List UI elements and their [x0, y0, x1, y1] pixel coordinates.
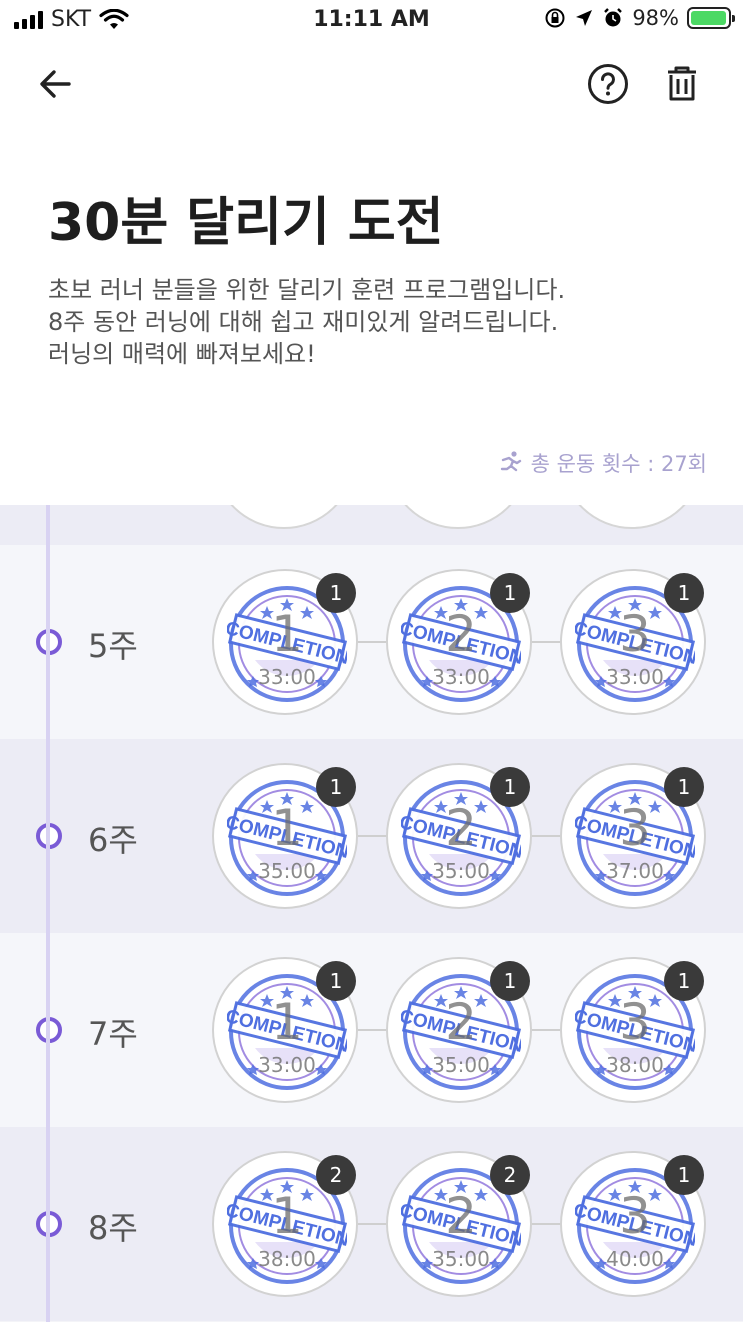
session-number: 1: [271, 993, 303, 1051]
session-connector: [358, 1223, 386, 1225]
session-duration: 33:00: [606, 665, 664, 689]
session-duration: 33:00: [258, 1053, 316, 1077]
description-line: 초보 러너 분들을 위한 달리기 훈련 프로그램입니다.: [48, 276, 566, 304]
session-duration: 35:00: [432, 1247, 490, 1271]
completion-count-badge: 1: [664, 767, 704, 807]
session-duration: 35:00: [258, 859, 316, 883]
completion-count-badge: 1: [316, 767, 356, 807]
completion-count-badge: 1: [664, 961, 704, 1001]
location-icon: [576, 10, 593, 26]
session-badge[interactable]: COMPLETION 2 33:00 1: [386, 569, 532, 715]
session-duration: 38:00: [258, 1247, 316, 1271]
session-number: 3: [619, 605, 651, 663]
help-button[interactable]: [586, 62, 630, 106]
session-duration: 40:00: [606, 1247, 664, 1271]
session-number: 2: [445, 993, 477, 1051]
total-count-label: 총 운동 횟수 : 27회: [530, 452, 707, 476]
program-description: 초보 러너 분들을 위한 달리기 훈련 프로그램입니다. 8주 동안 러닝에 대…: [48, 274, 688, 370]
session-connector: [358, 835, 386, 837]
completion-count-badge: 1: [316, 573, 356, 613]
alarm-icon: [604, 8, 623, 27]
battery-percent: 98%: [632, 6, 679, 30]
session-connector: [532, 641, 560, 643]
week-row: 6주 COMPLETION 1 35:00 1 COMPLETION 2 35:00 1 COMP…: [0, 739, 743, 933]
timeline-line: [46, 505, 50, 1322]
session-badge[interactable]: COMPLETION 1 33:00 1: [212, 569, 358, 715]
session-badge[interactable]: COMPLETION 2 35:00 2: [386, 1151, 532, 1297]
session-connector: [358, 641, 386, 643]
session-badge[interactable]: COMPLETION 3 33:00 1: [560, 569, 706, 715]
session-connector: [358, 1029, 386, 1031]
session-connector: [532, 835, 560, 837]
session-badge[interactable]: COMPLETION 3 37:00 1: [560, 763, 706, 909]
session-duration: 38:00: [606, 1053, 664, 1077]
back-arrow-icon: [40, 70, 71, 98]
help-icon: [588, 64, 628, 104]
week-label: 8주: [88, 1209, 138, 1247]
session-badge[interactable]: COMPLETION 1 33:00 1: [212, 957, 358, 1103]
status-bar: SKT 11:11 AM 98%: [0, 0, 743, 40]
total-workout-count: 총 운동 횟수 : 27회: [497, 448, 707, 478]
session-badge[interactable]: COMPLETION 2 35:00 1: [386, 763, 532, 909]
delete-button[interactable]: [660, 62, 704, 106]
week-row: 5주 COMPLETION 1 33:00 1 COMPLETION 2 33:00 1 COMP…: [0, 545, 743, 739]
session-number: 3: [619, 993, 651, 1051]
session-number: 3: [619, 1187, 651, 1245]
completion-count-badge: 1: [664, 573, 704, 613]
session-duration: 37:00: [606, 859, 664, 883]
session-connector: [532, 1029, 560, 1031]
session-number: 3: [619, 799, 651, 857]
session-duration: 35:00: [432, 859, 490, 883]
description-line: 8주 동안 러닝에 대해 쉽고 재미있게 알려드립니다.: [48, 308, 559, 336]
week-row: 8주 COMPLETION 1 38:00 2 COMPLETION 2 35:00 2 COMP…: [0, 1127, 743, 1321]
session-badge[interactable]: COMPLETION 1 38:00 2: [212, 1151, 358, 1297]
completion-count-badge: 1: [316, 961, 356, 1001]
page-title: 30분 달리기 도전: [48, 193, 444, 253]
session-badge[interactable]: COMPLETION 1 35:00 1: [212, 763, 358, 909]
week-label: 7주: [88, 1015, 138, 1053]
week-label: 6주: [88, 821, 138, 859]
description-line: 러닝의 매력에 빠져보세요!: [48, 340, 316, 368]
session-connector: [532, 1223, 560, 1225]
running-icon: [500, 451, 521, 472]
battery-charging-icon: [687, 7, 735, 29]
completion-count-badge: 2: [490, 1155, 530, 1195]
completion-count-badge: 1: [664, 1155, 704, 1195]
completion-count-badge: 1: [490, 961, 530, 1001]
session-duration: 35:00: [432, 1053, 490, 1077]
week-list[interactable]: 5주 COMPLETION 1 33:00 1 COMPLETION 2 33:00 1 COMP…: [0, 505, 743, 1322]
session-number: 1: [271, 1187, 303, 1245]
completion-count-badge: 1: [490, 573, 530, 613]
trash-icon: [668, 66, 696, 101]
session-badge[interactable]: COMPLETION 3 38:00 1: [560, 957, 706, 1103]
rotation-lock-icon: [545, 8, 565, 28]
session-number: 2: [445, 1187, 477, 1245]
session-duration: 33:00: [258, 665, 316, 689]
previous-week-row: [0, 505, 743, 545]
completion-count-badge: 2: [316, 1155, 356, 1195]
back-button[interactable]: [34, 62, 78, 106]
session-number: 1: [271, 799, 303, 857]
completion-count-badge: 1: [490, 767, 530, 807]
session-badge[interactable]: COMPLETION 2 35:00 1: [386, 957, 532, 1103]
session-number: 1: [271, 605, 303, 663]
session-number: 2: [445, 605, 477, 663]
session-badge[interactable]: COMPLETION 3 40:00 1: [560, 1151, 706, 1297]
session-duration: 33:00: [432, 665, 490, 689]
week-row: 7주 COMPLETION 1 33:00 1 COMPLETION 2 35:00 1 COMP…: [0, 933, 743, 1127]
session-number: 2: [445, 799, 477, 857]
week-label: 5주: [88, 627, 138, 665]
